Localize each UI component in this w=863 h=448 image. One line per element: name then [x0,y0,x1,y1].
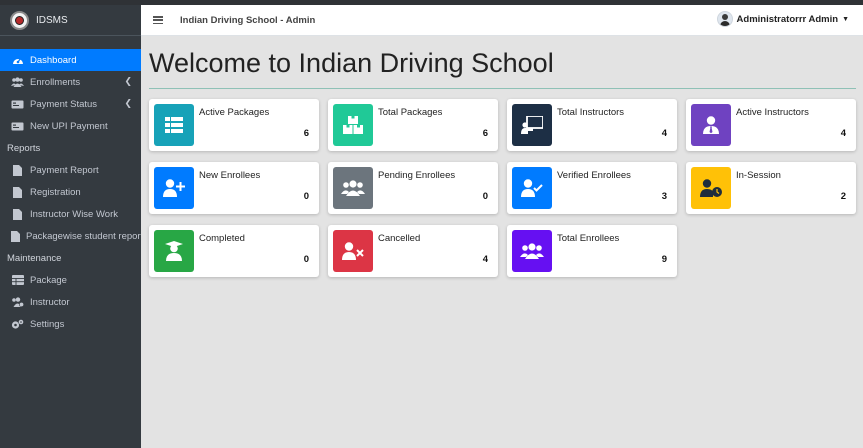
info-box-value: 0 [482,191,488,202]
page-title: Welcome to Indian Driving School [149,48,554,78]
th-list-icon [154,104,194,146]
chevron-left-icon: ❮ [124,98,132,108]
sidebar-item-settings[interactable]: Settings [0,313,141,335]
info-box-label: Active Packages [199,107,270,118]
info-box-label: Verified Enrollees [557,170,631,181]
user-graduate-icon [154,230,194,272]
nav-header-maintenance: Maintenance [7,252,62,264]
chevron-left-icon: ❮ [124,76,132,86]
sidebar-item-label: Registration [30,186,81,198]
info-box-pending-enrollees[interactable]: Pending Enrollees 0 [328,162,498,214]
info-box-total-instructors[interactable]: Total Instructors 4 [507,99,677,151]
sidebar-item-label: Packagewise student report [26,230,144,242]
info-box-total-packages[interactable]: Total Packages 6 [328,99,498,151]
user-name: Administratorrr Admin [736,13,839,25]
info-box-active-packages[interactable]: Active Packages 6 [149,99,319,151]
brand-link[interactable]: IDSMS [0,5,141,36]
info-box-label: Total Packages [378,107,443,118]
sidebar: IDSMS Dashboard Enrollments ❮ Payment St… [0,5,144,448]
sidebar-item-label: Payment Report [30,164,99,176]
info-box-label: Completed [199,233,245,244]
user-menu[interactable]: Administratorrr Admin ▼ [716,11,849,27]
info-box-value: 9 [661,254,667,265]
file-icon [11,230,20,242]
title-divider [149,88,856,89]
user-check-icon [512,167,552,209]
file-icon [11,208,24,220]
chalkboard-teacher-icon [512,104,552,146]
sidebar-item-label: New UPI Payment [30,120,108,132]
user-clock-icon [691,167,731,209]
nav-header-reports: Reports [7,142,41,154]
avatar [716,11,733,27]
topbar: Indian Driving School - Admin Administra… [141,5,863,36]
users-icon [11,77,24,88]
info-box-label: Total Enrollees [557,233,620,244]
sidebar-item-label: Dashboard [30,54,77,66]
sidebar-item-label: Enrollments [30,76,81,88]
info-box-value: 2 [840,191,846,202]
sidebar-item-label: Settings [30,318,65,330]
dashboard-icon [11,55,24,66]
main-content: Welcome to Indian Driving School Active … [141,36,863,448]
info-box-verified-enrollees[interactable]: Verified Enrollees 3 [507,162,677,214]
file-icon [11,186,24,198]
sidebar-item-dashboard[interactable]: Dashboard [0,49,141,71]
info-box-value: 0 [303,191,309,202]
info-box-value: 4 [661,128,667,139]
sidebar-item-payment-report[interactable]: Payment Report [0,159,141,181]
info-box-label: In-Session [736,170,781,181]
info-box-in-session[interactable]: In-Session 2 [686,162,856,214]
info-box-value: 6 [303,128,309,139]
info-box-label: New Enrollees [199,170,261,181]
brand-logo [10,10,29,30]
cogs-icon [11,319,24,330]
info-box-value: 4 [482,254,488,265]
sidebar-item-payment-status[interactable]: Payment Status ❮ [0,93,141,115]
user-times-icon [333,230,373,272]
menu-toggle-icon[interactable] [153,16,163,24]
info-box-value: 0 [303,254,309,265]
info-box-value: 3 [661,191,667,202]
users-icon [512,230,552,272]
table-icon [11,275,24,286]
sidebar-nav: Dashboard Enrollments ❮ Payment Status ❮… [0,36,144,335]
info-box-label: Active Instructors [736,107,809,118]
users-icon [333,167,373,209]
sidebar-item-instructor[interactable]: Instructor [0,291,141,313]
sidebar-item-new-upi-payment[interactable]: New UPI Payment [0,115,141,137]
sidebar-item-packagewise-student-report[interactable]: Packagewise student report [0,225,144,247]
info-box-total-enrollees[interactable]: Total Enrollees 9 [507,225,677,277]
info-box-value: 6 [482,128,488,139]
info-box-label: Total Instructors [557,107,625,118]
users-cog-icon [11,297,24,308]
info-box-label: Cancelled [378,233,421,244]
sidebar-item-label: Payment Status [30,98,98,110]
sidebar-item-package[interactable]: Package [0,269,141,291]
sidebar-item-instructor-wise-work[interactable]: Instructor Wise Work [0,203,141,225]
info-box-completed[interactable]: Completed 0 [149,225,319,277]
sidebar-item-label: Package [30,274,67,286]
upi-icon [11,121,24,132]
info-box-active-instructors[interactable]: Active Instructors 4 [686,99,856,151]
user-plus-icon [154,167,194,209]
info-box-cancelled[interactable]: Cancelled 4 [328,225,498,277]
info-box-value: 4 [840,128,846,139]
user-tie-icon [691,104,731,146]
brand-name: IDSMS [36,14,68,26]
sidebar-item-label: Instructor [30,296,70,308]
header-title: Indian Driving School - Admin [180,14,316,26]
file-icon [11,164,24,176]
caret-down-icon: ▼ [842,15,849,23]
sidebar-item-enrollments[interactable]: Enrollments ❮ [0,71,141,93]
boxes-icon [333,104,373,146]
info-box-new-enrollees[interactable]: New Enrollees 0 [149,162,319,214]
sidebar-item-registration[interactable]: Registration [0,181,141,203]
info-box-label: Pending Enrollees [378,170,456,181]
sidebar-item-label: Instructor Wise Work [30,208,118,220]
payment-icon [11,99,24,110]
